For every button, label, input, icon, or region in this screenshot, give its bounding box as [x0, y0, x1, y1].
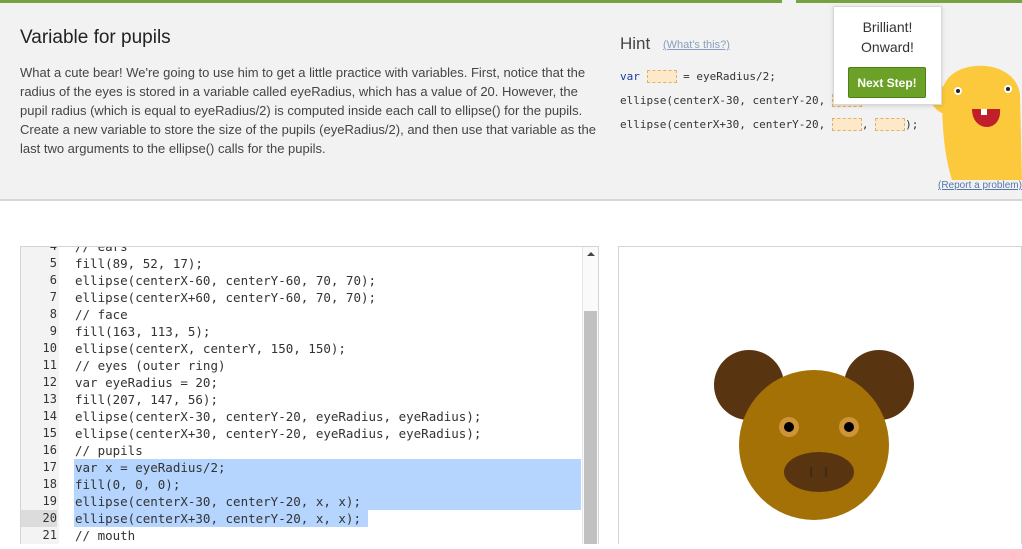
line-number: 16 [42, 443, 57, 457]
code-line[interactable]: 6 ellipse(centerX-60, centerY-60, 70, 70)… [21, 272, 581, 289]
hint-line2-text: ellipse(centerX-30, centerY-20, [620, 94, 832, 107]
hint-heading: Hint [620, 34, 651, 53]
code-line[interactable]: 11 // eyes (outer ring) [21, 357, 581, 374]
line-number: 6 [49, 273, 57, 287]
code-text: fill(163, 113, 5); [75, 324, 211, 339]
line-number: 14 [42, 409, 57, 423]
editor-scrollbar[interactable] [582, 247, 598, 544]
line-number: 18 [42, 477, 57, 491]
code-text: fill(0, 0, 0); [75, 477, 181, 492]
bear-mouth [784, 452, 854, 492]
progress-strip-right [796, 0, 1022, 3]
code-text: ellipse(centerX+30, centerY-20, x, x); [75, 511, 361, 526]
code-line[interactable]: 9 fill(163, 113, 5); [21, 323, 581, 340]
line-number: 19 [42, 494, 57, 508]
line-number: 7 [49, 290, 57, 304]
code-line[interactable]: 8 // face [21, 306, 581, 323]
output-canvas [618, 246, 1022, 544]
line-number: 17 [42, 460, 57, 474]
right-pupil [844, 422, 854, 432]
code-text: ellipse(centerX-60, centerY-60, 70, 70); [75, 273, 377, 288]
code-text: var eyeRadius = 20; [75, 375, 218, 390]
code-text: // face [75, 307, 128, 322]
hint-blank [646, 70, 677, 83]
code-line[interactable]: 5 fill(89, 52, 17); [21, 255, 581, 272]
arrow-up-icon[interactable] [587, 252, 595, 256]
code-text: ellipse(centerX, centerY, 150, 150); [75, 341, 346, 356]
code-line[interactable]: 4 // ears [21, 246, 581, 255]
hint-var-keyword: var [620, 70, 640, 83]
progress-strip [0, 0, 782, 3]
code-line[interactable]: 18 fill(0, 0, 0); [21, 476, 581, 493]
challenge-description: What a cute bear! We're going to use him… [20, 65, 596, 156]
code-text: // pupils [75, 443, 143, 458]
code-line[interactable]: 19 ellipse(centerX-30, centerY-20, x, x); [21, 493, 581, 510]
bear-drawing [714, 350, 914, 520]
line-number: 20 [21, 510, 57, 527]
hint-line1-text: = eyeRadius/2; [676, 70, 776, 83]
hint-blank [875, 118, 906, 131]
line-number: 4 [49, 246, 57, 253]
line-number: 13 [42, 392, 57, 406]
left-pupil [784, 422, 794, 432]
line-number: 21 [42, 528, 57, 542]
scrollbar-thumb[interactable] [584, 311, 597, 544]
line-number: 8 [49, 307, 57, 321]
code-text: // mouth [75, 528, 136, 543]
code-editor[interactable]: 4 // ears 5 fill(89, 52, 17); 6 ellipse(cente… [20, 246, 599, 544]
code-line[interactable]: 20 ellipse(centerX+30, centerY-20, x, x); [21, 510, 581, 527]
line-number: 11 [42, 358, 57, 372]
next-step-button[interactable]: Next Step! [848, 67, 926, 98]
whats-this-link[interactable]: (What's this?) [663, 39, 730, 51]
code-line[interactable]: 16 // pupils [21, 442, 581, 459]
code-text: ellipse(centerX+60, centerY-60, 70, 70); [75, 290, 377, 305]
report-problem-link[interactable]: (Report a problem) [938, 180, 1022, 191]
hint-line3-end: ); [905, 118, 919, 131]
bear-face [739, 370, 889, 520]
code-text: // eyes (outer ring) [75, 358, 226, 373]
hint-line3-text: ellipse(centerX+30, centerY-20, [620, 118, 832, 131]
code-line[interactable]: 12 var eyeRadius = 20; [21, 374, 581, 391]
code-line[interactable]: 21 // mouth [21, 527, 581, 544]
hint-line3-separator: , [861, 118, 876, 131]
code-line[interactable]: 14 ellipse(centerX-30, centerY-20, eyeRad… [21, 408, 581, 425]
code-line[interactable]: 10 ellipse(centerX, centerY, 150, 150); [21, 340, 581, 357]
line-number: 5 [49, 256, 57, 270]
code-line[interactable]: 7 ellipse(centerX+60, centerY-60, 70, 70)… [21, 289, 581, 306]
code-line[interactable]: 17 var x = eyeRadius/2; [21, 459, 581, 476]
popup-message-line-2: Onward! [861, 39, 914, 55]
line-number: 9 [49, 324, 57, 338]
hint-code-line-2: ellipse(centerX-30, centerY-20, [620, 94, 862, 108]
challenge-panel: Variable for pupils What a cute bear! We… [0, 0, 1022, 201]
success-popup: Brilliant! Onward! Next Step! [833, 6, 942, 105]
line-number: 12 [42, 375, 57, 389]
popup-message-line-1: Brilliant! [862, 19, 913, 35]
code-text: fill(89, 52, 17); [75, 256, 203, 271]
code-text: var x = eyeRadius/2; [75, 460, 226, 475]
code-text: fill(207, 147, 56); [75, 392, 218, 407]
hint-code-line-3: ellipse(centerX+30, centerY-20, , ); [620, 118, 918, 132]
code-text: ellipse(centerX-30, centerY-20, x, x); [75, 494, 361, 509]
code-text: ellipse(centerX-30, centerY-20, eyeRadiu… [75, 409, 482, 424]
yellow-monster-mascot-icon [928, 65, 1022, 180]
challenge-title: Variable for pupils [20, 27, 171, 48]
code-line[interactable]: 13 fill(207, 147, 56); [21, 391, 581, 408]
code-text: // ears [75, 246, 128, 254]
code-line[interactable]: 15 ellipse(centerX+30, centerY-20, eyeRad… [21, 425, 581, 442]
hint-code-line-1: var = eyeRadius/2; [620, 70, 776, 84]
line-number: 10 [42, 341, 57, 355]
line-number: 15 [42, 426, 57, 440]
code-text: ellipse(centerX+30, centerY-20, eyeRadiu… [75, 426, 482, 441]
hint-blank [831, 118, 862, 131]
